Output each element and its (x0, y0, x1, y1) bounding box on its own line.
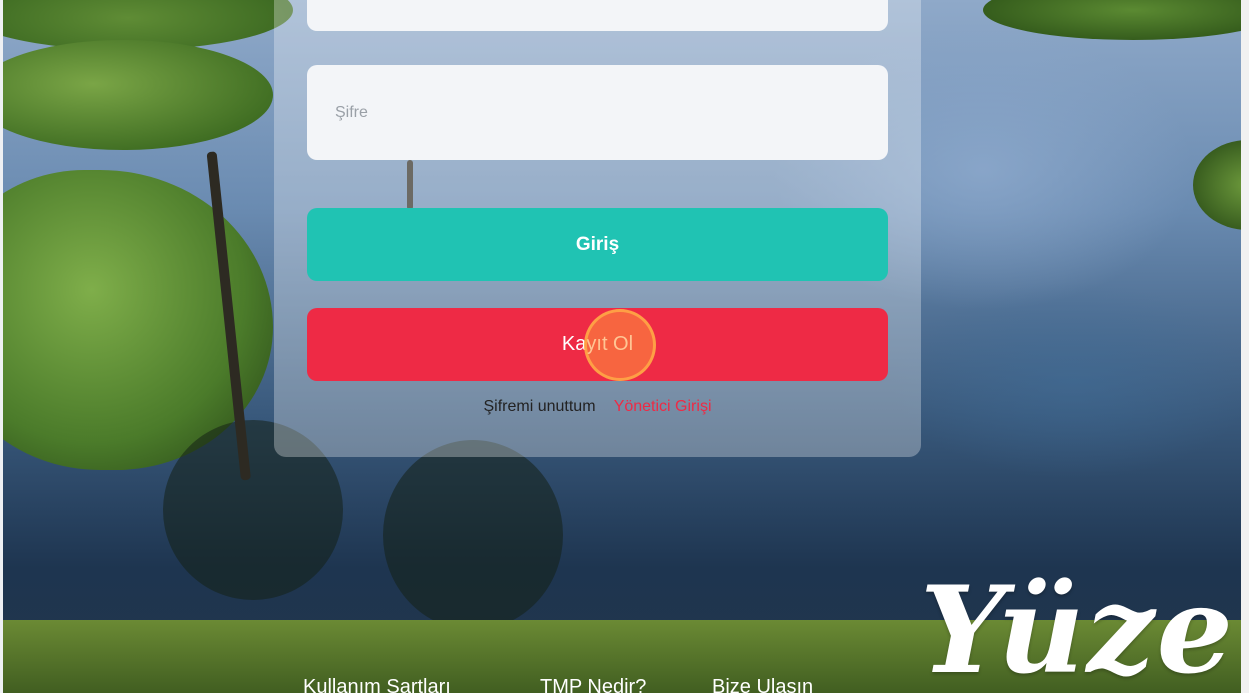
register-button[interactable]: Kayıt Ol (307, 308, 888, 381)
username-field[interactable] (307, 0, 888, 31)
footer-about-link[interactable]: TMP Nedir? (540, 676, 646, 693)
password-field[interactable] (307, 65, 888, 160)
auth-links: Şifremi unuttum Yönetici Girişi (274, 398, 921, 416)
page-scrollbar[interactable] (1241, 0, 1249, 693)
page: Giriş Kayıt Ol Şifremi unuttum Yönetici … (0, 0, 1249, 693)
forgot-password-link[interactable]: Şifremi unuttum (483, 398, 595, 415)
brand-logo: Yüze (920, 560, 1235, 693)
login-button[interactable]: Giriş (307, 208, 888, 281)
footer: Kullanım Şartları TMP Nedir? Bize Ulaşın (0, 676, 1249, 693)
admin-login-link[interactable]: Yönetici Girişi (614, 398, 712, 415)
footer-contact-link[interactable]: Bize Ulaşın (712, 676, 813, 693)
footer-terms-link[interactable]: Kullanım Şartları (303, 676, 451, 693)
